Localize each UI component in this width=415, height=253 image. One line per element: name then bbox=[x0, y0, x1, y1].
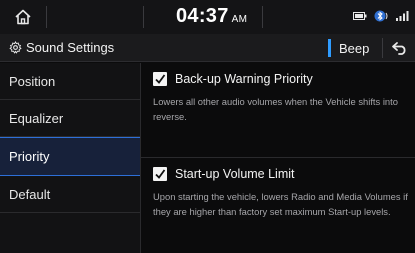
clock-time: 04:37 bbox=[176, 5, 229, 27]
home-button[interactable] bbox=[0, 0, 46, 34]
beep-label: Beep bbox=[339, 40, 370, 56]
sidebar-item-label: Priority bbox=[9, 149, 50, 164]
page-title-text: Sound Settings bbox=[26, 40, 115, 55]
option-backup-warning: Back-up Warning Priority Lowers all othe… bbox=[141, 63, 415, 157]
sidebar-item-label: Equalizer bbox=[9, 110, 64, 126]
battery-icon bbox=[353, 12, 367, 20]
checkmark-icon bbox=[155, 169, 166, 179]
checkbox[interactable] bbox=[153, 167, 167, 181]
backup-warning-toggle[interactable]: Back-up Warning Priority bbox=[153, 72, 313, 86]
home-icon bbox=[15, 9, 31, 25]
back-button[interactable] bbox=[386, 36, 414, 60]
startup-volume-toggle[interactable]: Start-up Volume Limit bbox=[153, 167, 295, 181]
page-title: Sound Settings bbox=[9, 40, 114, 55]
option-title: Back-up Warning Priority bbox=[175, 72, 313, 86]
sidebar: Position Equalizer Priority Default bbox=[0, 63, 140, 253]
option-startup-volume: Start-up Volume Limit Upon starting the … bbox=[141, 158, 415, 253]
signal-strength-icon bbox=[396, 11, 409, 21]
sidebar-item-label: Default bbox=[9, 186, 51, 202]
beep-button[interactable]: Beep bbox=[328, 37, 376, 59]
status-icons bbox=[353, 9, 409, 23]
checkmark-icon bbox=[155, 74, 166, 84]
title-divider bbox=[382, 38, 383, 58]
option-description: Upon starting the vehicle, lowers Radio … bbox=[153, 191, 408, 217]
back-arrow-icon bbox=[392, 42, 406, 55]
clock-ampm: AM bbox=[231, 14, 248, 25]
option-title: Start-up Volume Limit bbox=[175, 167, 295, 181]
beep-indicator bbox=[328, 39, 331, 57]
status-divider bbox=[143, 6, 144, 28]
status-divider bbox=[46, 6, 47, 28]
clock: 04:37 AM bbox=[176, 5, 247, 28]
sound-settings-screen: 04:37 AM Sound Settings Beep Position Eq… bbox=[0, 0, 415, 253]
sidebar-item-equalizer[interactable]: Equalizer bbox=[0, 100, 140, 137]
option-description: Lowers all other audio volumes when the … bbox=[153, 96, 398, 122]
priority-options: Back-up Warning Priority Lowers all othe… bbox=[141, 63, 415, 253]
sidebar-item-position[interactable]: Position bbox=[0, 63, 140, 100]
bluetooth-audio-icon bbox=[374, 10, 388, 22]
sidebar-item-default[interactable]: Default bbox=[0, 176, 140, 213]
checkbox[interactable] bbox=[153, 72, 167, 86]
title-bar: Sound Settings Beep bbox=[0, 34, 415, 62]
status-divider bbox=[262, 6, 263, 28]
gear-icon bbox=[9, 41, 22, 54]
status-bar: 04:37 AM bbox=[0, 0, 415, 34]
sidebar-item-label: Position bbox=[9, 73, 56, 89]
sidebar-item-priority[interactable]: Priority bbox=[0, 137, 140, 176]
